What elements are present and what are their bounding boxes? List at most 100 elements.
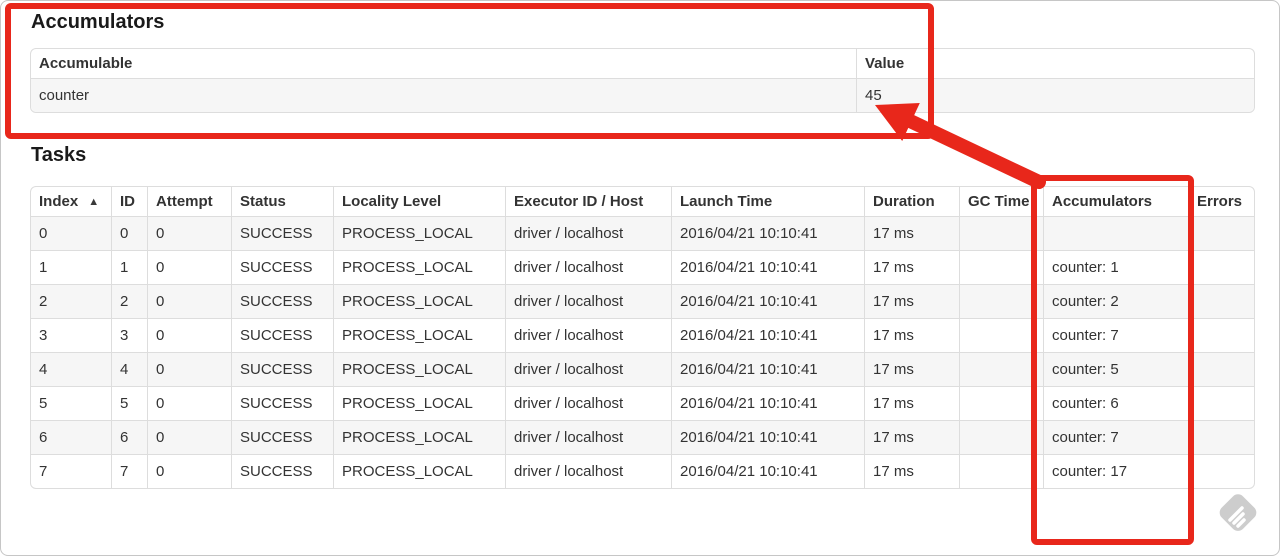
cell-index: 3 [31,319,111,353]
cell-id: 3 [111,319,147,353]
cell-errors [1188,353,1254,387]
cell-locality-level: PROCESS_LOCAL [333,251,505,285]
cell-launch-time: 2016/04/21 10:10:41 [671,353,864,387]
cell-index: 5 [31,387,111,421]
cell-executor-id-host: driver / localhost [505,319,671,353]
cell-executor-id-host: driver / localhost [505,217,671,251]
task-row: 1 1 0 SUCCESS PROCESS_LOCAL driver / loc… [31,251,1254,285]
cell-gc-time [959,285,1043,319]
cell-gc-time [959,387,1043,421]
cell-accumulators: counter: 7 [1043,319,1188,353]
cell-gc-time [959,353,1043,387]
cell-duration: 17 ms [864,455,959,488]
cell-attempt: 0 [147,319,231,353]
cell-errors [1188,319,1254,353]
accumulators-header-row: Accumulable Value [31,49,1254,79]
cell-executor-id-host: driver / localhost [505,251,671,285]
cell-status: SUCCESS [231,217,333,251]
cell-id: 6 [111,421,147,455]
task-row: 5 5 0 SUCCESS PROCESS_LOCAL driver / loc… [31,387,1254,421]
index-header-label: Index [39,193,79,210]
cell-status: SUCCESS [231,421,333,455]
accumulable-cell: counter [39,87,90,104]
cell-accumulators: counter: 17 [1043,455,1188,488]
accumulators-column-header[interactable]: Accumulators [1043,187,1188,217]
status-column-header[interactable]: Status [231,187,333,217]
cell-id: 0 [111,217,147,251]
cell-locality-level: PROCESS_LOCAL [333,421,505,455]
task-row: 4 4 0 SUCCESS PROCESS_LOCAL driver / loc… [31,353,1254,387]
cell-executor-id-host: driver / localhost [505,455,671,488]
cell-launch-time: 2016/04/21 10:10:41 [671,217,864,251]
cell-duration: 17 ms [864,421,959,455]
page-content: Accumulators Accumulable Value counter 4… [1,1,1279,489]
cell-attempt: 0 [147,251,231,285]
gc-time-column-header[interactable]: GC Time [959,187,1043,217]
errors-column-header[interactable]: Errors [1188,187,1254,217]
accumulator-row: counter 45 [31,79,1254,112]
tasks-section-title: Tasks [31,144,87,166]
tasks-header-row: Index ▲ ID Attempt Status Locality Level … [31,187,1254,217]
cell-attempt: 0 [147,387,231,421]
cell-launch-time: 2016/04/21 10:10:41 [671,319,864,353]
spark-ui-stage-page: Accumulators Accumulable Value counter 4… [0,0,1280,556]
cell-gc-time [959,455,1043,488]
cell-duration: 17 ms [864,251,959,285]
cell-attempt: 0 [147,455,231,488]
cell-launch-time: 2016/04/21 10:10:41 [671,251,864,285]
accumulators-section-title: Accumulators [31,11,165,33]
attempt-column-header[interactable]: Attempt [147,187,231,217]
cell-gc-time [959,421,1043,455]
cell-accumulators: counter: 6 [1043,387,1188,421]
cell-launch-time: 2016/04/21 10:10:41 [671,387,864,421]
id-column-header[interactable]: ID [111,187,147,217]
cell-id: 1 [111,251,147,285]
cell-accumulators: counter: 2 [1043,285,1188,319]
cell-index: 7 [39,463,48,480]
cell-accumulators: counter: 5 [1043,353,1188,387]
index-column-header[interactable]: Index ▲ [31,187,111,217]
cell-attempt: 0 [147,285,231,319]
task-row: 3 3 0 SUCCESS PROCESS_LOCAL driver / loc… [31,319,1254,353]
cell-index: 2 [31,285,111,319]
cell-locality-level: PROCESS_LOCAL [333,455,505,488]
duration-column-header[interactable]: Duration [864,187,959,217]
accumulable-column-header[interactable]: Accumulable [31,49,856,79]
cell-launch-time: 2016/04/21 10:10:41 [671,285,864,319]
cell-launch-time: 2016/04/21 10:10:41 [671,421,864,455]
cell-errors [1188,217,1254,251]
cell-accumulators: counter: 7 [1043,421,1188,455]
cell-index: 0 [31,217,111,251]
cell-executor-id-host: driver / localhost [505,285,671,319]
cell-launch-time: 2016/04/21 10:10:41 [671,455,864,488]
cell-gc-time [959,251,1043,285]
cell-id: 2 [111,285,147,319]
task-row: 6 6 0 SUCCESS PROCESS_LOCAL driver / loc… [31,421,1254,455]
cell-errors [1188,455,1254,488]
cell-locality-level: PROCESS_LOCAL [333,387,505,421]
cell-duration: 17 ms [864,319,959,353]
locality-level-column-header[interactable]: Locality Level [333,187,505,217]
cell-status: SUCCESS [231,353,333,387]
cell-id: 5 [111,387,147,421]
cell-gc-time [959,217,1043,251]
cell-duration: 17 ms [864,353,959,387]
cell-executor-id-host: driver / localhost [505,387,671,421]
value-column-header[interactable]: Value [856,49,1254,79]
cell-index: 1 [31,251,111,285]
cell-locality-level: PROCESS_LOCAL [333,285,505,319]
executor-id-host-column-header[interactable]: Executor ID / Host [505,187,671,217]
cell-status: SUCCESS [231,285,333,319]
sort-asc-icon: ▲ [88,196,100,208]
cell-status: SUCCESS [231,455,333,488]
cell-index: 4 [31,353,111,387]
task-row: 0 0 0 SUCCESS PROCESS_LOCAL driver / loc… [31,217,1254,251]
cell-attempt: 0 [147,421,231,455]
cell-errors [1188,421,1254,455]
cell-locality-level: PROCESS_LOCAL [333,353,505,387]
cell-status: SUCCESS [231,251,333,285]
cell-id: 4 [111,353,147,387]
launch-time-column-header[interactable]: Launch Time [671,187,864,217]
cell-errors [1188,285,1254,319]
cell-attempt: 0 [147,217,231,251]
